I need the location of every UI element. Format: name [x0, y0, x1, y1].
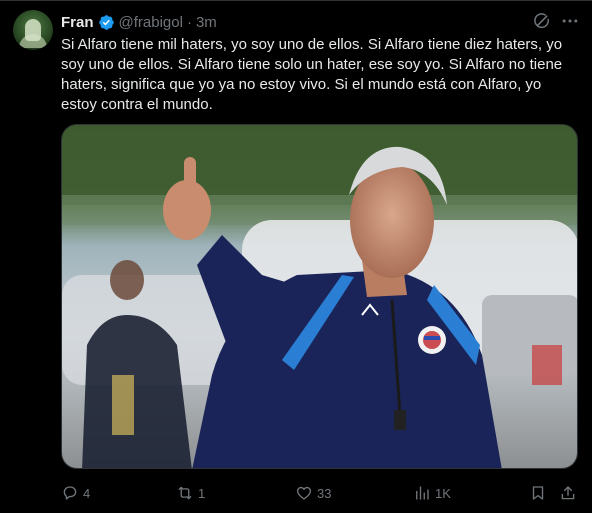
like-button[interactable]: 33 — [295, 482, 331, 504]
bookmark-button[interactable] — [529, 482, 547, 504]
avatar[interactable] — [13, 10, 53, 50]
verified-badge-icon — [98, 14, 115, 31]
repost-count: 1 — [198, 485, 206, 501]
share-button[interactable] — [559, 482, 577, 504]
tweet-header: Fran @frabigol · 3m — [61, 12, 217, 32]
tweet[interactable]: Fran @frabigol · 3m Si Alfaro tiene mil … — [0, 0, 592, 513]
reply-count: 4 — [83, 485, 91, 501]
author-handle[interactable]: @frabigol — [119, 14, 183, 31]
action-bar: 4 1 33 1K — [61, 482, 581, 504]
author-name[interactable]: Fran — [61, 14, 94, 31]
views-button[interactable]: 1K — [413, 482, 451, 504]
tweet-photo[interactable] — [61, 124, 578, 469]
views-chart-icon — [416, 486, 429, 500]
reply-button[interactable]: 4 — [61, 482, 90, 504]
reply-icon — [63, 486, 77, 500]
separator-dot: · — [186, 13, 192, 31]
repost-icon — [178, 486, 192, 500]
repost-button[interactable]: 1 — [176, 482, 205, 504]
view-count: 1K — [435, 485, 451, 501]
more-options-icon[interactable] — [560, 11, 580, 31]
grok-icon[interactable] — [532, 11, 552, 31]
heart-icon — [296, 486, 312, 500]
tweet-text: Si Alfaro tiene mil haters, yo soy uno d… — [61, 36, 563, 113]
like-count: 33 — [317, 485, 332, 501]
share-icon — [561, 486, 575, 500]
post-time[interactable]: 3m — [196, 14, 217, 31]
bookmark-icon — [532, 486, 544, 500]
